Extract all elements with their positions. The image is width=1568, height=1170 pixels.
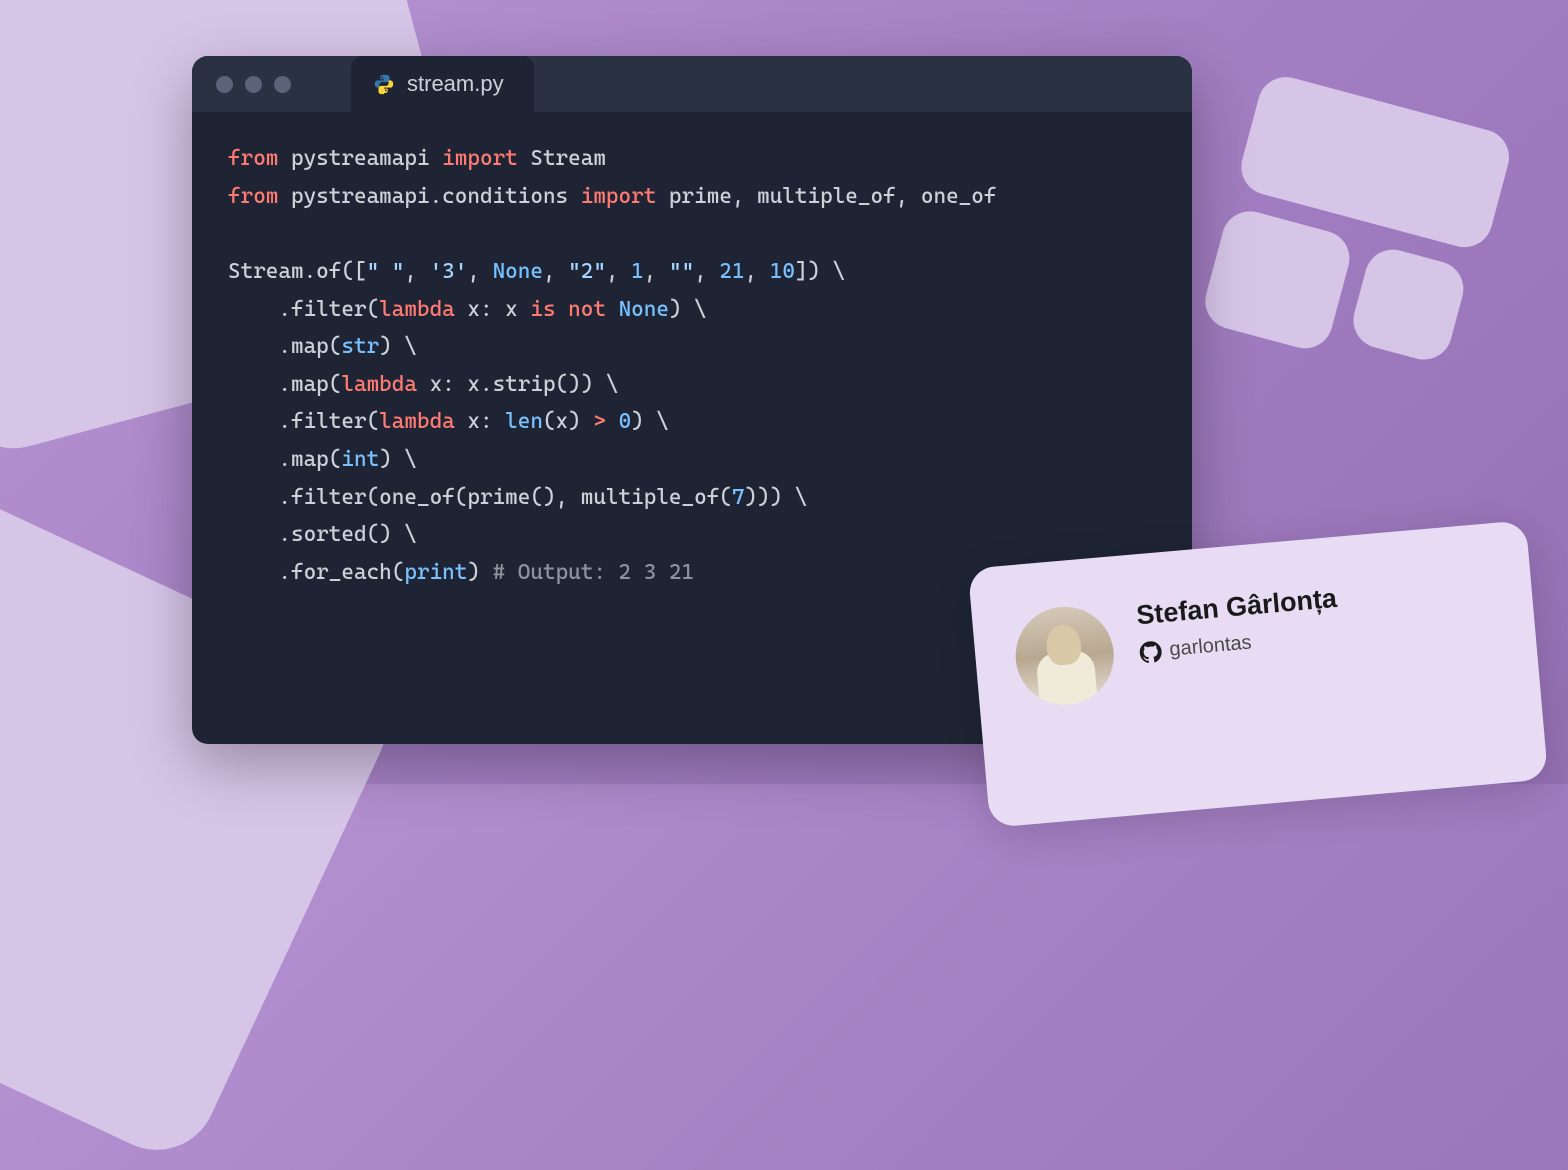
github-icon: [1139, 640, 1163, 664]
author-info: Stefan Gârlonța garlontas: [1135, 583, 1341, 664]
author-handle-row: garlontas: [1139, 624, 1341, 664]
close-button[interactable]: [216, 76, 233, 93]
minimize-button[interactable]: [245, 76, 262, 93]
tab-title: stream.py: [407, 71, 504, 97]
author-name: Stefan Gârlonța: [1135, 583, 1338, 631]
author-card: Stefan Gârlonța garlontas: [968, 520, 1549, 828]
window-titlebar: stream.py: [192, 56, 1192, 112]
python-icon: [373, 73, 395, 95]
code-content[interactable]: from pystreamapi import Stream from pyst…: [192, 112, 1192, 620]
traffic-lights: [192, 76, 291, 93]
author-avatar: [1012, 603, 1118, 709]
file-tab[interactable]: stream.py: [351, 56, 534, 112]
author-username: garlontas: [1169, 631, 1253, 661]
background-shape-2: [1199, 71, 1517, 389]
maximize-button[interactable]: [274, 76, 291, 93]
